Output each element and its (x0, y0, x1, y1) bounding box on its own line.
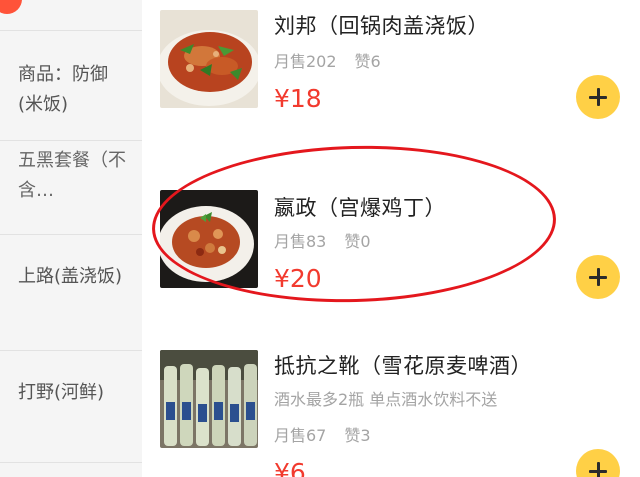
product-stats: 月售202 赞6 (274, 48, 399, 72)
sidebar-divider (0, 140, 142, 141)
likes-count: 赞0 (344, 232, 371, 251)
product-item[interactable]: 刘邦（回锅肉盖浇饭） 月售202 赞6 ¥18 (142, 0, 640, 150)
sidebar-divider (0, 234, 142, 235)
sidebar-divider (0, 30, 142, 31)
sidebar-divider (0, 462, 142, 463)
add-to-cart-button[interactable] (576, 449, 620, 477)
product-stats: 月售83 赞0 (274, 228, 389, 252)
add-to-cart-button[interactable] (576, 75, 620, 119)
sidebar-item-jungle-seafood[interactable]: 打野(河鲜) (18, 378, 128, 408)
add-to-cart-button[interactable] (576, 255, 620, 299)
product-note: 酒水最多2瓶 单点酒水饮料不送 (274, 390, 498, 409)
product-item[interactable]: 抵抗之靴（雪花原麦啤酒） 酒水最多2瓶 单点酒水饮料不送 月售67 赞3 ¥6 (142, 340, 640, 477)
product-list: 刘邦（回锅肉盖浇饭） 月售202 赞6 ¥18 嬴政（宫爆鸡丁） 月售83 赞0… (142, 0, 640, 477)
product-name: 刘邦（回锅肉盖浇饭） (274, 14, 489, 38)
beer-bottles-image (160, 350, 258, 448)
product-name: 抵抗之靴（雪花原麦啤酒） (274, 354, 532, 378)
monthly-sales: 月售202 (274, 52, 337, 71)
sidebar-item-top-lane-rice[interactable]: 上路(盖浇饭) (18, 262, 128, 292)
product-price: ¥6 (274, 458, 306, 477)
product-name: 嬴政（宫爆鸡丁） (274, 196, 446, 220)
likes-count: 赞3 (344, 426, 371, 445)
stir-fried-pork-rice-image (160, 10, 258, 108)
cart-badge (0, 0, 22, 14)
sidebar-item-defense-rice[interactable]: 商品：防御(米饭) (18, 60, 128, 120)
product-stats: 月售67 赞3 (274, 422, 389, 446)
sidebar-divider (0, 350, 142, 351)
product-item[interactable]: 嬴政（宫爆鸡丁） 月售83 赞0 ¥20 (142, 180, 640, 330)
sidebar-item-combo[interactable]: 五黑套餐（不含… (18, 146, 128, 206)
likes-count: 赞6 (354, 52, 381, 71)
category-sidebar: 商品：防御(米饭) 五黑套餐（不含… 上路(盖浇饭) 打野(河鲜) (0, 0, 142, 477)
product-price: ¥20 (274, 264, 322, 293)
monthly-sales: 月售67 (274, 426, 327, 445)
product-price: ¥18 (274, 84, 322, 113)
monthly-sales: 月售83 (274, 232, 327, 251)
kung-pao-chicken-image (160, 190, 258, 288)
